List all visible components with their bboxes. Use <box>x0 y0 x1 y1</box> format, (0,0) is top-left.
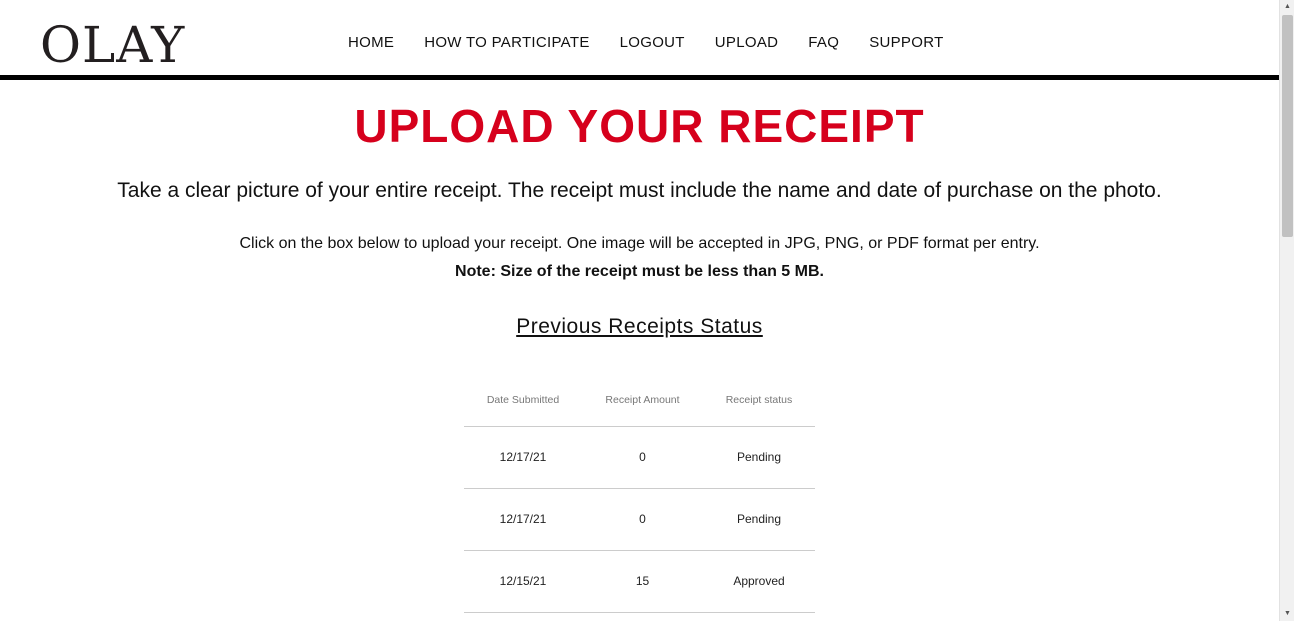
cell-amount: 0 <box>582 488 703 551</box>
scroll-up-arrow-icon[interactable]: ▲ <box>1280 0 1294 14</box>
cell-amount: 15 <box>582 550 703 613</box>
nav-faq[interactable]: FAQ <box>793 33 854 53</box>
column-header-status: Receipt status <box>703 374 815 427</box>
nav-home[interactable]: HOME <box>333 33 409 53</box>
size-note: Note: Size of the receipt must be less t… <box>455 263 824 280</box>
olay-logo[interactable]: OLAY <box>40 18 185 72</box>
nav-upload[interactable]: UPLOAD <box>700 33 794 53</box>
table-row: 12/15/21 15 Approved <box>464 550 815 613</box>
page: OLAY HOME HOW TO PARTICIPATE LOGOUT UPLO… <box>0 0 1279 621</box>
lead-text: Take a clear picture of your entire rece… <box>117 179 1162 202</box>
main-nav: HOME HOW TO PARTICIPATE LOGOUT UPLOAD FA… <box>333 33 959 53</box>
main-content: UPLOAD YOUR RECEIPT Take a clear picture… <box>0 80 1279 340</box>
cell-date: 12/15/21 <box>464 550 582 613</box>
nav-how-to-participate[interactable]: HOW TO PARTICIPATE <box>409 33 604 53</box>
page-title: UPLOAD YOUR RECEIPT <box>354 100 925 152</box>
cell-status: Approved <box>703 550 815 613</box>
cell-date: 12/17/21 <box>464 426 582 489</box>
nav-support[interactable]: SUPPORT <box>854 33 958 53</box>
scroll-down-arrow-icon[interactable]: ▼ <box>1280 607 1294 621</box>
table-row: 12/17/21 0 Pending <box>464 426 815 489</box>
cell-date: 12/17/21 <box>464 488 582 551</box>
receipts-table: Date Submitted Receipt Amount Receipt st… <box>464 374 815 613</box>
previous-receipts-status-link[interactable]: Previous Receipts Status <box>516 314 763 340</box>
table-row: 12/17/21 0 Pending <box>464 488 815 551</box>
site-header: OLAY HOME HOW TO PARTICIPATE LOGOUT UPLO… <box>0 0 1279 80</box>
scrollbar-thumb[interactable] <box>1282 15 1293 237</box>
column-header-amount: Receipt Amount <box>582 374 703 427</box>
cell-status: Pending <box>703 426 815 489</box>
upload-instructions: Click on the box below to upload your re… <box>239 235 1040 252</box>
cell-status: Pending <box>703 488 815 551</box>
column-header-date: Date Submitted <box>464 374 582 427</box>
vertical-scrollbar[interactable]: ▲ ▼ <box>1279 0 1294 621</box>
table-header-row: Date Submitted Receipt Amount Receipt st… <box>464 374 815 427</box>
cell-amount: 0 <box>582 426 703 489</box>
nav-logout[interactable]: LOGOUT <box>605 33 700 53</box>
